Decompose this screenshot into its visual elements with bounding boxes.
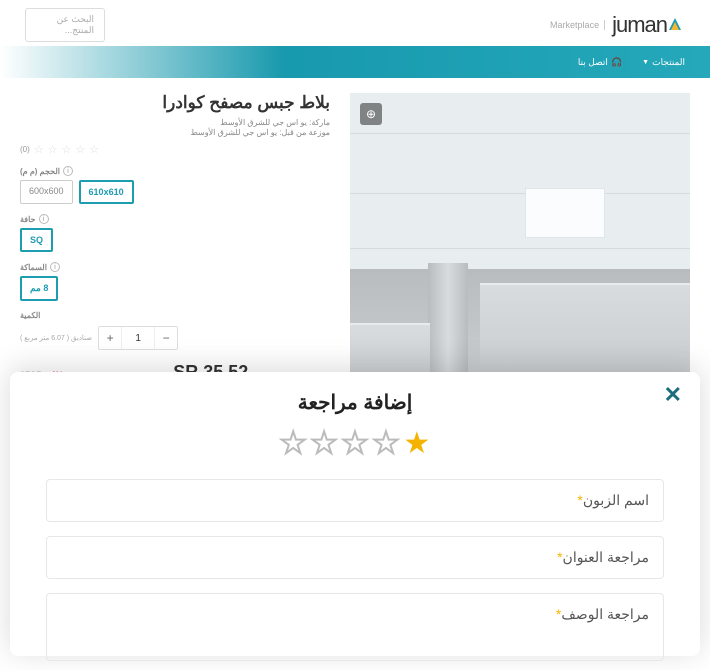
search-input[interactable]: البحث عن المنتج... [25, 8, 105, 42]
star-icon: ☆ [34, 143, 44, 156]
decor-panel [525, 188, 605, 238]
brand-label: ماركة: [309, 118, 330, 127]
size-option-600[interactable]: 600x600 [20, 180, 73, 204]
rating-input[interactable]: ★ ★ ★ ★ ★ [46, 429, 664, 459]
nav-products-label: المنتجات [652, 57, 685, 68]
logo-subtext: Marketplace [550, 20, 605, 30]
decor-line [350, 133, 690, 134]
nav-contact[interactable]: 🎧 اتصل بنا [578, 57, 622, 68]
review-title-field[interactable]: مراجعة العنوان* [46, 536, 664, 579]
qty-control: − 1 + [98, 326, 178, 350]
nav-contact-label: اتصل بنا [578, 57, 608, 68]
chevron-down-icon: ▼ [642, 59, 649, 66]
product-main: ⊕ بلاط جبس مصفح كوادرا ماركة: يو اس جي ل… [0, 78, 710, 413]
star-icon: ☆ [48, 143, 58, 156]
edge-option-sq[interactable]: SQ [20, 228, 53, 252]
star-3[interactable]: ★ [342, 429, 369, 459]
qty-label: الكمية [20, 311, 330, 320]
modal-title: إضافة مراجعة [46, 390, 664, 415]
close-icon[interactable]: ✕ [664, 382, 682, 408]
edge-options: SQ [20, 228, 330, 252]
zoom-icon[interactable]: ⊕ [360, 103, 382, 125]
info-icon[interactable]: i [63, 166, 73, 176]
title-label: مراجعة العنوان [563, 549, 649, 565]
size-option-610[interactable]: 610x610 [79, 180, 134, 204]
headset-icon: 🎧 [611, 57, 622, 68]
brand-logo[interactable]: juman Marketplace [550, 12, 685, 38]
main-nav: المنتجات ▼ 🎧 اتصل بنا [0, 46, 710, 78]
brand-row: ماركة: يو اس جي للشرق الأوسط [20, 118, 330, 127]
star-icon: ☆ [62, 143, 72, 156]
nav-products[interactable]: المنتجات ▼ [642, 57, 685, 68]
qty-minus-button[interactable]: − [155, 327, 177, 349]
thickness-options: 8 مم [20, 276, 330, 301]
desc-label: مراجعة الوصف [561, 606, 649, 622]
star-4[interactable]: ★ [311, 429, 338, 459]
review-desc-field[interactable]: مراجعة الوصف* [46, 593, 664, 661]
edge-label: i حافة [20, 214, 330, 224]
qty-label-text: الكمية [20, 311, 40, 320]
qty-value[interactable]: 1 [121, 327, 155, 349]
dist-value: يو اس جي للشرق الأوسط [190, 128, 277, 137]
dist-label: موزعة من قبل: [279, 128, 330, 137]
product-info: بلاط جبس مصفح كوادرا ماركة: يو اس جي للش… [0, 93, 330, 394]
star-2[interactable]: ★ [372, 429, 399, 459]
star-5[interactable]: ★ [280, 429, 307, 459]
info-icon[interactable]: i [39, 214, 49, 224]
review-modal: ✕ إضافة مراجعة ★ ★ ★ ★ ★ اسم الزبون* مرا… [10, 372, 700, 656]
size-label: i الحجم (م م) [20, 166, 330, 176]
qty-plus-button[interactable]: + [99, 327, 121, 349]
logo-icon [671, 18, 685, 32]
brand-value: يو اس جي للشرق الأوسط [220, 118, 307, 127]
thick-option-8[interactable]: 8 مم [20, 276, 58, 301]
logo-text: juman [612, 12, 667, 38]
rating-row[interactable]: ☆ ☆ ☆ ☆ ☆ (0) [20, 143, 330, 156]
star-icon: ☆ [75, 143, 85, 156]
distributor-row: موزعة من قبل: يو اس جي للشرق الأوسط [20, 128, 330, 137]
unit-note: صناديق ( 6.07 متر مربع ) [20, 334, 92, 342]
decor-line [350, 193, 690, 194]
qty-row: − 1 + صناديق ( 6.07 متر مربع ) [20, 326, 330, 350]
size-options: 610x610 600x600 [20, 180, 330, 204]
product-image[interactable]: ⊕ [350, 93, 690, 413]
thick-label-text: السماكة [20, 263, 47, 272]
edge-label-text: حافة [20, 215, 36, 224]
info-icon[interactable]: i [50, 262, 60, 272]
customer-name-field[interactable]: اسم الزبون* [46, 479, 664, 522]
name-label: اسم الزبون [583, 492, 649, 508]
star-icon: ☆ [89, 143, 99, 156]
size-label-text: الحجم (م م) [20, 167, 60, 176]
star-1[interactable]: ★ [403, 429, 430, 459]
thickness-label: i السماكة [20, 262, 330, 272]
decor-line [350, 248, 690, 249]
product-title: بلاط جبس مصفح كوادرا [20, 93, 330, 113]
rating-count: (0) [20, 145, 30, 154]
header: juman Marketplace البحث عن المنتج... [0, 0, 710, 46]
